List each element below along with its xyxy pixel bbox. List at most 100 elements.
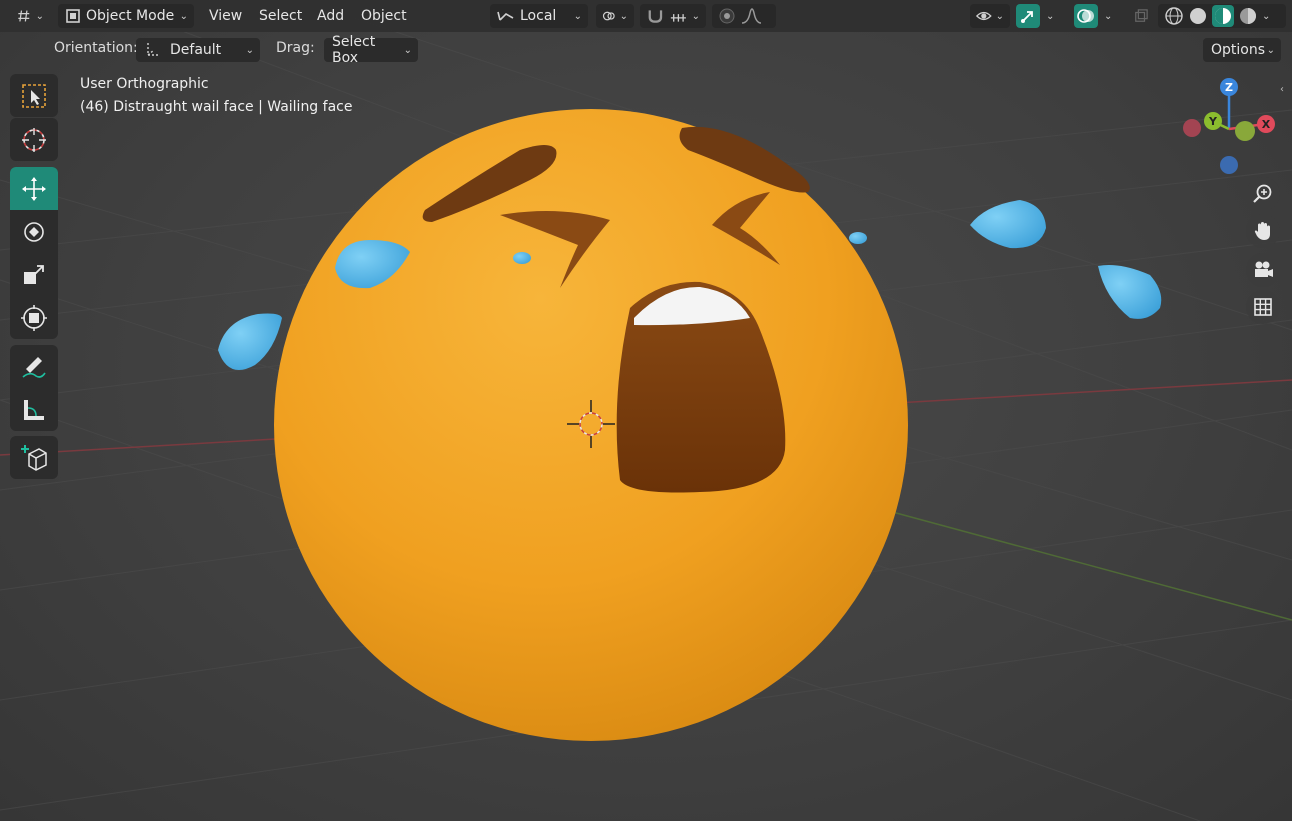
object-info: (46) Distraught wail face | Wailing face [80,99,353,115]
select-tool-group [10,74,58,117]
chevron-down-icon: ⌄ [35,10,44,22]
proportional-editing-icon [719,8,735,24]
tear-5 [970,200,1046,249]
orientation-axes-icon [497,11,514,21]
y-axis-label: Y [1208,115,1218,128]
annotate-tool-group [10,345,58,431]
annotate-tool[interactable] [10,345,58,388]
overlays-icon [1077,9,1094,23]
mode-selector[interactable]: Object Mode ⌄ [58,4,194,28]
cursor-tool-group [10,118,58,161]
camera-view-button[interactable] [1246,253,1280,287]
orientation-value: Default [170,42,222,58]
shading-mode-group: ⌄ [1158,4,1286,28]
gizmo-arrow-icon [1021,11,1033,23]
object-mode-icon [66,9,80,23]
emoji-face [274,109,908,741]
menu-add[interactable]: Add [317,4,344,28]
tear-3 [513,252,531,264]
pivot-link-icon [602,11,615,21]
chevron-down-icon: ⌄ [573,10,582,22]
zoom-button[interactable] [1246,177,1280,211]
rotate-tool[interactable] [10,210,58,253]
transform-tool-group [10,167,58,339]
chevron-down-icon: ⌄ [179,10,188,22]
rotate-icon [24,221,44,242]
editor-type-button[interactable]: ⌄ [10,4,50,28]
options-label: Options [1211,42,1266,58]
drag-dropdown[interactable]: Select Box ⌄ [324,34,418,66]
sidebar-expand-arrow[interactable]: ‹ [1280,84,1292,98]
menu-select[interactable]: Select [259,4,302,28]
chevron-down-icon: ⌄ [691,10,700,22]
wireframe-shading-icon[interactable] [1164,6,1184,26]
show-overlays-toggle[interactable] [1074,4,1098,28]
transform-orientation-selector[interactable]: Local ⌄ [490,4,588,28]
tear-4 [849,232,867,244]
menu-object[interactable]: Object [361,4,407,28]
menu-view[interactable]: View [209,4,242,28]
3d-cursor-icon [22,127,46,152]
neg-y-handle [1235,121,1255,141]
scale-icon [24,264,44,284]
zoom-magnifier-icon [1253,184,1272,203]
z-axis-label: Z [1225,81,1233,94]
globe-grid-icon [18,10,30,22]
chevron-down-icon: ⌄ [1104,10,1113,22]
chevron-down-icon: ⌄ [403,44,412,56]
scale-tool[interactable] [10,253,58,296]
add-tool-group [10,436,58,479]
viewport-header: ⌄ Object Mode ⌄ View Select Add Object L… [0,0,1292,32]
add-cube-tool[interactable] [10,436,58,479]
measure-tool[interactable] [10,388,58,431]
transform-icon [21,304,47,331]
pivot-point-selector[interactable]: ⌄ [596,4,634,28]
neg-x-handle [1183,119,1201,137]
overlays-dropdown[interactable]: ⌄ [1098,4,1122,28]
solid-shading-icon[interactable] [1188,6,1208,26]
gizmo-dropdown[interactable]: ⌄ [1040,4,1064,28]
select-box-tool[interactable] [10,74,58,117]
show-gizmo-toggle[interactable] [1016,4,1040,28]
tear-6 [1098,265,1162,319]
orientation-label: Local [520,8,557,24]
material-preview-icon[interactable] [1212,5,1234,27]
orientation-gizmo-icon [147,43,160,56]
object-visibility-selector[interactable]: ⌄ [970,4,1010,28]
view-name: User Orthographic [80,76,209,92]
eye-icon [976,11,992,21]
move-tool[interactable] [10,167,58,210]
cursor-tool[interactable] [10,118,58,161]
chevron-down-icon: ⌄ [619,10,628,22]
hand-icon [1254,222,1270,240]
chevron-down-icon: ⌄ [1046,10,1055,22]
snapping-controls[interactable]: ⌄ [640,4,706,28]
mode-label: Object Mode [86,8,175,24]
neg-z-handle [1220,156,1238,174]
proportional-editing-controls[interactable] [712,4,776,28]
chevron-down-icon: ⌄ [1262,10,1271,22]
xray-toggle[interactable] [1128,4,1154,28]
pan-button[interactable] [1246,214,1280,248]
navigation-gizmo[interactable]: Z Y X [1176,74,1286,184]
options-dropdown[interactable]: Options ⌄ [1203,38,1281,62]
rendered-shading-icon[interactable] [1238,6,1258,26]
scene-canvas [0,0,1292,821]
perspective-toggle-button[interactable] [1246,290,1280,324]
magnet-icon [648,10,663,23]
grid-icon [1254,298,1272,316]
move-arrows-icon [22,176,46,201]
chevron-down-icon: ⌄ [245,44,254,56]
xray-icon [1135,9,1148,22]
tool-settings-bar: Orientation: Default ⌄ Drag: Select Box … [0,34,1292,66]
drag-field-label: Drag: [276,40,315,56]
pencil-icon [22,356,46,378]
snap-increment-icon [670,14,686,22]
orientation-dropdown[interactable]: Default ⌄ [136,38,260,62]
x-axis-label: X [1262,118,1271,131]
ruler-icon [24,399,44,420]
3d-viewport[interactable]: ⌄ Object Mode ⌄ View Select Add Object L… [0,0,1292,821]
transform-tool[interactable] [10,296,58,339]
chevron-down-icon: ⌄ [1266,44,1275,56]
camera-icon [1255,261,1273,277]
